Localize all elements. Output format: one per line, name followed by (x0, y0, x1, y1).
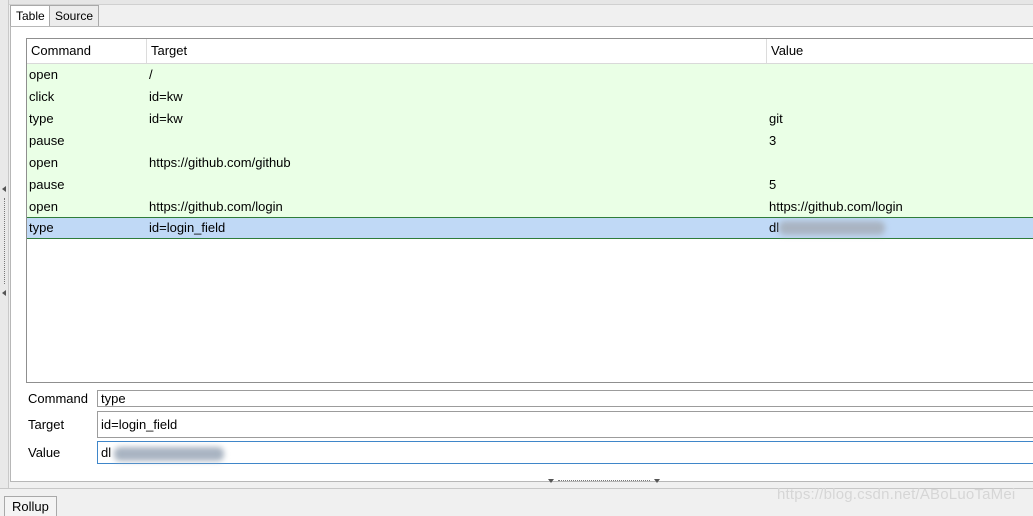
target-cell: id=kw (149, 89, 183, 104)
command-cell: pause (29, 133, 65, 148)
value-cell: https://github.com/login (769, 199, 903, 214)
column-header-target[interactable]: Target (147, 39, 763, 63)
bottom-pane-splitter-handle[interactable] (548, 479, 660, 484)
target-cell (147, 130, 149, 152)
watermark: https://blog.csdn.net/ABoLuoTaMei (777, 486, 1016, 503)
value-cell (767, 64, 769, 86)
command-cell: pause (29, 177, 65, 192)
target-cell: https://github.com/github (149, 155, 291, 170)
collapse-left-arrow-icon[interactable] (2, 186, 6, 192)
target-label: Target (28, 417, 65, 432)
value-cell: 3 (769, 133, 777, 148)
target-cell: id=login_field (149, 220, 226, 235)
column-header-command[interactable]: Command (27, 39, 145, 63)
expand-down-arrow-icon[interactable] (654, 479, 660, 483)
redaction-blur (779, 221, 885, 235)
target-cell: id=kw (149, 111, 183, 126)
command-cell: open (29, 67, 58, 82)
table-row[interactable]: pause 3 (27, 130, 1033, 152)
command-label: Command (28, 391, 88, 406)
redaction-blur (114, 447, 224, 461)
column-header-value[interactable]: Value (767, 39, 1031, 63)
left-pane-splitter-handle[interactable] (2, 186, 7, 296)
commands-table[interactable]: Command Target Value open / click id=kw … (26, 38, 1033, 383)
value-cell: dl (769, 220, 780, 235)
rollup-tab[interactable]: Rollup (4, 496, 57, 516)
collapse-down-arrow-icon[interactable] (548, 479, 554, 483)
table-row[interactable]: type id=kw git (27, 108, 1033, 130)
value-cell: git (769, 111, 783, 126)
table-header: Command Target Value (27, 39, 1033, 64)
value-field[interactable]: dl (97, 441, 1033, 464)
command-cell: open (29, 155, 58, 170)
value-cell (767, 152, 769, 174)
splitter-grip (558, 480, 650, 481)
target-cell: https://github.com/login (149, 199, 283, 214)
command-cell: type (29, 220, 54, 235)
value-label: Value (28, 445, 61, 460)
value-field-text: dl (101, 445, 112, 460)
target-cell (147, 174, 149, 196)
command-cell: click (29, 89, 55, 104)
table-row[interactable]: pause 5 (27, 174, 1033, 196)
table-row-selected[interactable]: type id=login_field dl (27, 217, 1033, 239)
table-row[interactable]: open https://github.com/github (27, 152, 1033, 174)
splitter-grip (4, 198, 6, 284)
value-cell (767, 86, 769, 108)
tab-table[interactable]: Table (10, 5, 51, 28)
expand-left-arrow-icon[interactable] (2, 290, 6, 296)
target-field[interactable]: id=login_field (97, 411, 1033, 438)
target-cell: / (149, 67, 153, 82)
tab-source[interactable]: Source (49, 5, 100, 27)
command-cell: open (29, 199, 58, 214)
top-edge (0, 0, 1033, 5)
table-row[interactable]: open / (27, 64, 1033, 86)
table-row[interactable]: click id=kw (27, 86, 1033, 108)
value-cell: 5 (769, 177, 777, 192)
command-cell: type (29, 111, 54, 126)
table-row[interactable]: open https://github.com/login https://gi… (27, 196, 1033, 218)
command-field[interactable]: type (97, 390, 1033, 407)
